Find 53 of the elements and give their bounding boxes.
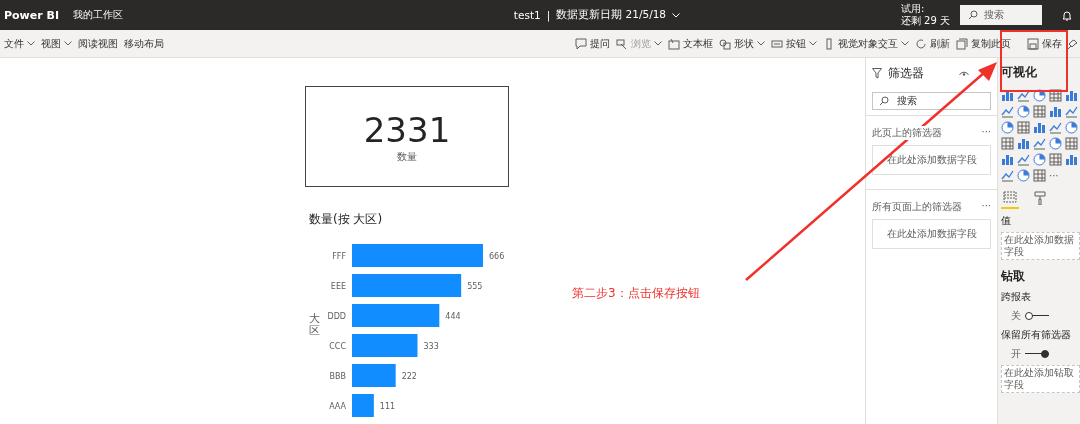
toolbar-button[interactable]: 视觉对象交互 <box>823 36 909 51</box>
toggle-state: 开 <box>1011 347 1021 361</box>
axis-title: 大区 <box>309 312 320 338</box>
toolbar-button[interactable]: 按钮 <box>771 36 817 51</box>
update-date: 数据更新日期 21/5/18 <box>556 8 667 22</box>
drop-field[interactable]: 在此处添加钻取字段 <box>1001 365 1080 393</box>
data-label: 666 <box>489 252 505 261</box>
drop-field[interactable]: 在此处添加数据字段 <box>872 219 991 249</box>
card-label: 数量 <box>397 149 417 164</box>
panel-title: 可视化 <box>1001 64 1038 81</box>
trial-days: 还剩 29 天 <box>900 15 950 27</box>
toolbar-button[interactable]: 刷新 <box>915 36 950 51</box>
report-name: test1 <box>513 9 541 21</box>
data-label: 333 <box>423 342 439 351</box>
card-value: 2331 <box>363 109 451 150</box>
section-title: 此页上的筛选器 <box>872 126 942 140</box>
filter-search-field[interactable]: 搜索 <box>872 92 991 110</box>
menu-item[interactable]: 阅读视图 <box>78 36 118 51</box>
category-label: DDD <box>327 312 346 321</box>
menu-item[interactable]: 移动布局 <box>124 36 164 51</box>
data-label: 111 <box>379 402 396 411</box>
more-visuals[interactable]: ··· <box>1049 169 1065 185</box>
category-label: BBB <box>329 372 346 381</box>
workspace-link[interactable]: 我的工作区 <box>73 8 123 22</box>
drop-field[interactable]: 在此处添加数据字段 <box>872 145 991 175</box>
data-label: 222 <box>401 372 417 381</box>
category-label: CCC <box>329 342 346 351</box>
field-label: 值 <box>1001 214 1012 228</box>
toolbar-button[interactable]: 保存 <box>1027 36 1062 51</box>
option-label: 跨报表 <box>1001 290 1032 304</box>
menu-item[interactable]: 文件 <box>4 36 35 51</box>
toggle-state: 关 <box>1011 309 1021 323</box>
toolbar-button[interactable]: 提问 <box>575 36 610 51</box>
app-name: Power BI <box>4 8 59 22</box>
search-field[interactable]: 搜索 <box>960 5 1042 25</box>
category-label: EEE <box>330 282 346 291</box>
chart-title: 数量(按 大区) <box>309 211 384 228</box>
panel-title: 筛选器 <box>888 64 925 82</box>
category-label: AAA <box>329 402 346 411</box>
annotation-text: 第二步3：点击保存按钮 <box>572 285 700 302</box>
card-visual[interactable]: 2331 数量 <box>305 86 509 187</box>
trial-label: 试用: <box>900 3 926 15</box>
toolbar-button[interactable]: 形状 <box>719 36 765 51</box>
data-label: 555 <box>467 282 483 291</box>
separator: | <box>546 9 551 21</box>
category-label: FFF <box>332 252 346 261</box>
section-title: 钻取 <box>1001 268 1026 285</box>
toolbar-button[interactable]: 文本框 <box>668 36 713 51</box>
option-label: 保留所有筛选器 <box>1001 328 1072 342</box>
menu-item[interactable]: 视图 <box>41 36 72 51</box>
drop-field[interactable]: 在此处添加数据字段 <box>1001 232 1080 260</box>
section-title: 所有页面上的筛选器 <box>872 200 962 214</box>
data-label: 444 <box>445 312 461 321</box>
